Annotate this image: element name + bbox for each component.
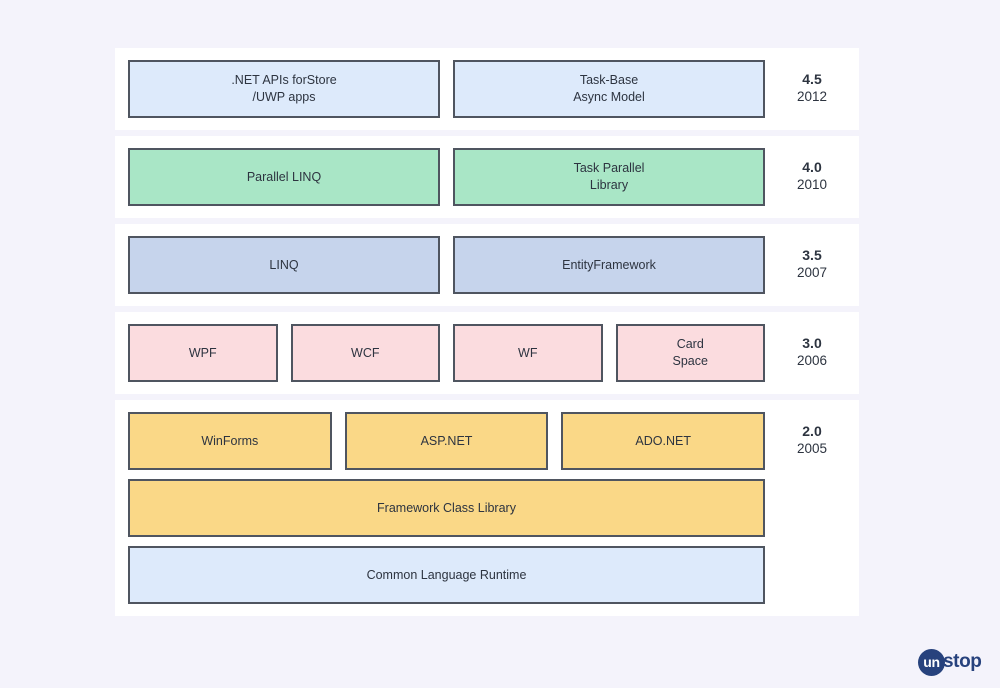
component-box-task-parallel-library[interactable]: Task Parallel Library bbox=[453, 148, 765, 206]
box-line: Framework Class Library bbox=[128, 479, 765, 537]
component-box-line1: EntityFramework bbox=[562, 257, 656, 272]
version-year: 2007 bbox=[796, 264, 828, 280]
version-number: 3.5 bbox=[802, 247, 822, 263]
version-year: 2005 bbox=[796, 440, 828, 456]
component-box-line1: WPF bbox=[188, 345, 217, 360]
version-label-3-5: 3.5 2007 bbox=[765, 236, 859, 294]
component-box-line1: .NET APIs forStore bbox=[231, 73, 337, 88]
version-row-4-5: .NET APIs forStore/UWP apps Task-Base Asy… bbox=[115, 48, 859, 130]
version-row-2-0: WinForms ASP.NET ADO.NET Framework Class… bbox=[115, 400, 859, 616]
box-line: WPF WCF WF Card Space bbox=[128, 324, 765, 382]
component-box-line2: Async Model bbox=[573, 90, 645, 104]
component-box-wf[interactable]: WF bbox=[453, 324, 603, 382]
version-label-4-5: 4.5 2012 bbox=[765, 60, 859, 118]
version-row-3-0-boxes: WPF WCF WF Card Space bbox=[128, 324, 765, 382]
component-box-dotnet-apis[interactable]: .NET APIs forStore/UWP apps bbox=[128, 60, 440, 118]
version-row-4-5-boxes: .NET APIs forStore/UWP apps Task-Base Asy… bbox=[128, 60, 765, 118]
version-year: 2006 bbox=[796, 352, 828, 368]
component-box-line1: ASP.NET bbox=[420, 433, 473, 448]
component-box-line1: Common Language Runtime bbox=[366, 567, 527, 582]
component-box-line1: WF bbox=[518, 345, 538, 360]
version-row-2-0-boxes: WinForms ASP.NET ADO.NET Framework Class… bbox=[128, 412, 766, 604]
component-box-line1: LINQ bbox=[269, 257, 299, 272]
component-box-line1: Card bbox=[676, 337, 704, 352]
version-row-4-0-boxes: Parallel LINQ Task Parallel Library bbox=[128, 148, 765, 206]
version-label-4-0: 4.0 2010 bbox=[765, 148, 859, 206]
component-box-line2: Library bbox=[589, 178, 629, 192]
version-number: 3.0 bbox=[802, 335, 822, 351]
component-box-line1: ADO.NET bbox=[635, 433, 691, 448]
unstop-logo-mark-text: un bbox=[923, 654, 940, 670]
version-label-3-0: 3.0 2006 bbox=[765, 324, 859, 382]
component-box-wpf[interactable]: WPF bbox=[128, 324, 278, 382]
component-box-ado-net[interactable]: ADO.NET bbox=[561, 412, 766, 470]
unstop-logo[interactable]: un stop bbox=[918, 647, 982, 677]
component-box-text: Task-Base Async Model bbox=[573, 72, 645, 106]
component-box-card-space[interactable]: Card Space bbox=[615, 324, 765, 382]
component-box-task-base-async-model[interactable]: Task-Base Async Model bbox=[453, 60, 765, 118]
component-box-line1: WinForms bbox=[201, 433, 259, 448]
component-box-asp-net[interactable]: ASP.NET bbox=[344, 412, 549, 470]
component-box-line2: /UWP apps bbox=[252, 90, 316, 104]
component-box-text: Task Parallel Library bbox=[574, 160, 645, 194]
box-line: WinForms ASP.NET ADO.NET bbox=[128, 412, 766, 470]
version-row-3-5-boxes: LINQ EntityFramework bbox=[128, 236, 765, 294]
component-box-wcf[interactable]: WCF bbox=[290, 324, 440, 382]
component-box-line1: Task Parallel bbox=[573, 161, 645, 176]
version-row-3-5: LINQ EntityFramework 3.5 2007 bbox=[115, 224, 859, 306]
box-line: Parallel LINQ Task Parallel Library bbox=[128, 148, 765, 206]
dotnet-framework-version-stack: .NET APIs forStore/UWP apps Task-Base Asy… bbox=[115, 48, 859, 616]
component-box-line1: WCF bbox=[351, 345, 380, 360]
component-box-entityframework[interactable]: EntityFramework bbox=[453, 236, 765, 294]
component-box-framework-class-library[interactable]: Framework Class Library bbox=[128, 479, 765, 537]
component-box-line1: Parallel LINQ bbox=[246, 169, 322, 184]
component-box-text: .NET APIs forStore/UWP apps bbox=[231, 72, 336, 106]
unstop-logo-wordmark: stop bbox=[943, 651, 982, 672]
component-box-line2: Space bbox=[672, 354, 708, 368]
version-row-4-0: Parallel LINQ Task Parallel Library 4.0 2… bbox=[115, 136, 859, 218]
component-box-common-language-runtime[interactable]: Common Language Runtime bbox=[128, 546, 765, 604]
unstop-logo-mark: un bbox=[918, 648, 945, 676]
version-label-2-0: 2.0 2005 bbox=[765, 412, 859, 604]
component-box-line1: Framework Class Library bbox=[377, 500, 516, 515]
component-box-parallel-linq[interactable]: Parallel LINQ bbox=[128, 148, 440, 206]
component-box-text: Card Space bbox=[673, 336, 708, 370]
version-year: 2010 bbox=[796, 176, 828, 192]
box-line: Common Language Runtime bbox=[128, 546, 765, 604]
component-box-winforms[interactable]: WinForms bbox=[128, 412, 332, 470]
version-number: 4.0 bbox=[802, 159, 822, 175]
version-year: 2012 bbox=[796, 88, 828, 104]
component-box-linq[interactable]: LINQ bbox=[128, 236, 440, 294]
version-number: 4.5 bbox=[802, 71, 822, 87]
component-box-line1: Task-Base bbox=[579, 73, 639, 88]
version-number: 2.0 bbox=[802, 423, 822, 439]
version-row-3-0: WPF WCF WF Card Space 3.0 2006 bbox=[115, 312, 859, 394]
box-line: LINQ EntityFramework bbox=[128, 236, 765, 294]
box-line: .NET APIs forStore/UWP apps Task-Base Asy… bbox=[128, 60, 765, 118]
